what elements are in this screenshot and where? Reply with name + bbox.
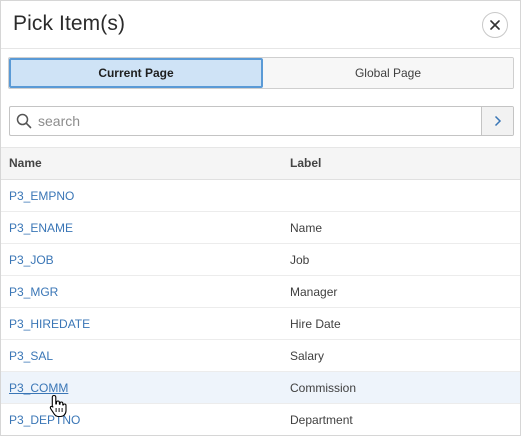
table-row[interactable]: P3_DEPTNO Department	[1, 404, 520, 435]
table-row[interactable]: P3_MGR Manager	[1, 276, 520, 308]
pick-items-dialog: Pick Item(s) Current Page Global Page Na…	[0, 0, 521, 436]
item-name-link[interactable]: P3_HIREDATE	[9, 317, 90, 331]
item-name-link[interactable]: P3_JOB	[9, 253, 54, 267]
item-label: Manager	[290, 285, 338, 299]
item-label: Salary	[290, 349, 325, 363]
search-bar	[9, 106, 514, 136]
close-button[interactable]	[482, 12, 508, 38]
item-label: Name	[290, 221, 323, 235]
item-name-link[interactable]: P3_COMM	[9, 381, 68, 395]
dialog-title: Pick Item(s)	[13, 12, 126, 35]
column-header-name: Name	[9, 156, 42, 170]
table-row[interactable]: P3_EMPNO	[1, 180, 520, 212]
item-label: Commission	[290, 381, 357, 395]
item-name-link[interactable]: P3_SAL	[9, 349, 53, 363]
search-go-button[interactable]	[481, 107, 513, 135]
table-row[interactable]: P3_SAL Salary	[1, 340, 520, 372]
item-label: Job	[290, 253, 310, 267]
table-header: Name Label	[1, 147, 520, 180]
table-row[interactable]: P3_JOB Job	[1, 244, 520, 276]
chevron-right-icon	[494, 115, 501, 127]
item-name-link[interactable]: P3_MGR	[9, 285, 58, 299]
items-list: P3_EMPNO P3_ENAME Name P3_JOB Job P3_MGR…	[1, 180, 520, 435]
item-label: Hire Date	[290, 317, 341, 331]
close-icon	[490, 20, 500, 30]
tab-global-page[interactable]: Global Page	[263, 58, 513, 88]
page-scope-tabs: Current Page Global Page	[8, 57, 514, 89]
dialog-header: Pick Item(s)	[1, 1, 520, 49]
search-input[interactable]	[38, 107, 481, 135]
column-header-label: Label	[290, 156, 322, 170]
item-label: Department	[290, 413, 353, 427]
item-name-link[interactable]: P3_ENAME	[9, 221, 73, 235]
table-row[interactable]: P3_HIREDATE Hire Date	[1, 308, 520, 340]
item-name-link[interactable]: P3_DEPTNO	[9, 413, 80, 427]
tab-current-page[interactable]: Current Page	[9, 58, 263, 88]
item-name-link[interactable]: P3_EMPNO	[9, 189, 74, 203]
table-row[interactable]: P3_ENAME Name	[1, 212, 520, 244]
table-row[interactable]: P3_COMM Commission	[1, 372, 520, 404]
search-icon	[10, 107, 38, 135]
